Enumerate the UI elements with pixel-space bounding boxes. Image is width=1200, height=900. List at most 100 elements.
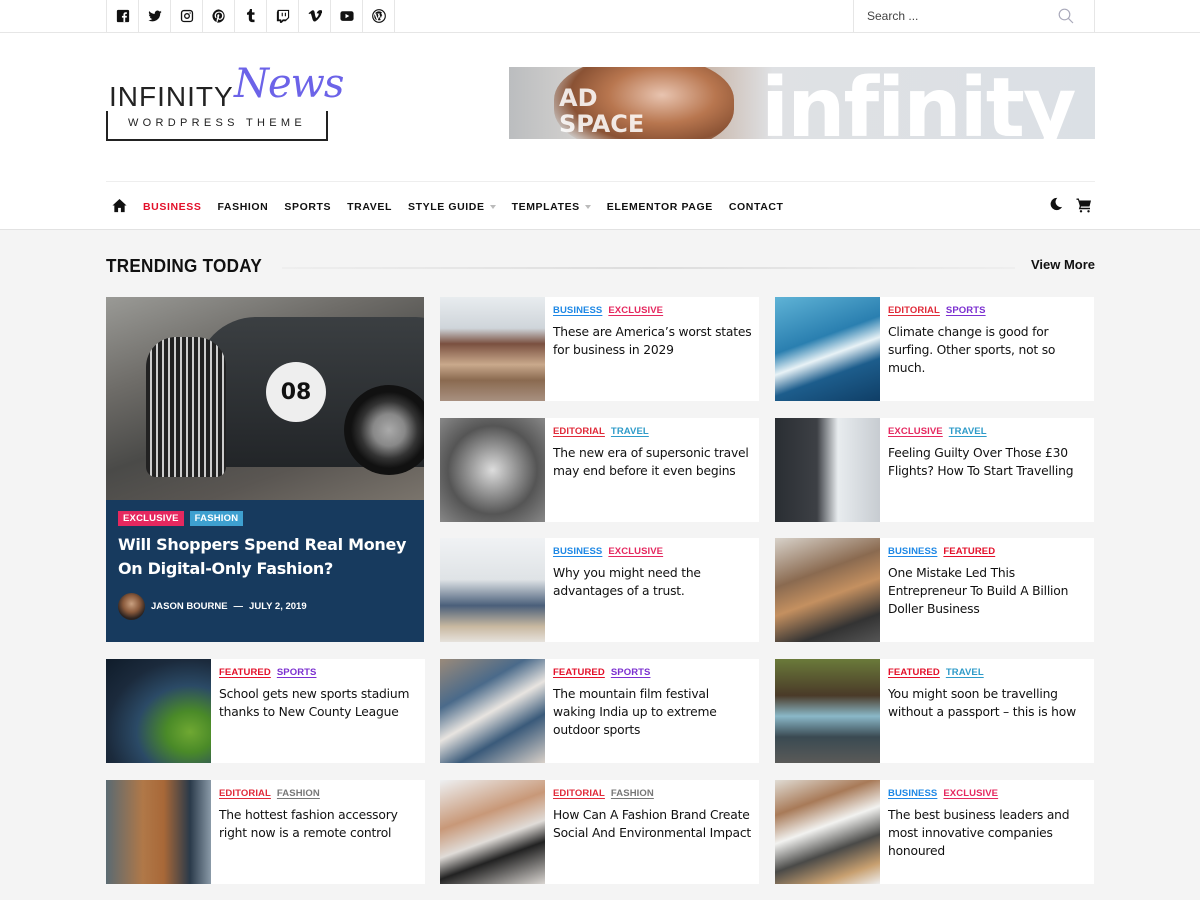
nav-item-style-guide[interactable]: STYLE GUIDE (408, 201, 496, 213)
article-card[interactable]: EDITORIAL TRAVEL The new era of supersonic… (440, 418, 759, 522)
category-link[interactable]: SPORTS (946, 305, 986, 316)
nav-item-elementor-page[interactable]: ELEMENTOR PAGE (607, 201, 713, 213)
featured-article[interactable]: 08 EXCLUSIVE FASHION Will Shoppers Spend … (106, 297, 424, 642)
category-link[interactable]: FEATURED (553, 667, 605, 678)
article-card[interactable]: EDITORIAL SPORTS Climate change is good fo… (775, 297, 1094, 401)
category-link[interactable]: BUSINESS (553, 546, 602, 557)
category-badge[interactable]: FASHION (189, 511, 244, 526)
category-link[interactable]: FEATURED (219, 667, 271, 678)
nav-item-contact[interactable]: CONTACT (729, 201, 784, 213)
dark-mode-icon[interactable] (1049, 197, 1063, 211)
youtube-link[interactable] (331, 0, 363, 32)
article-card[interactable]: BUSINESS EXCLUSIVE Why you might need the … (440, 538, 759, 642)
article-title[interactable]: How Can A Fashion Brand Create Social An… (553, 806, 753, 842)
article-title[interactable]: The hottest fashion accessory right now … (219, 806, 419, 842)
home-icon[interactable] (112, 198, 127, 213)
nav-item-fashion[interactable]: FASHION (217, 201, 268, 213)
category-link[interactable]: TRAVEL (611, 426, 649, 437)
category-link[interactable]: FEATURED (888, 667, 940, 678)
featured-title[interactable]: Will Shoppers Spend Real Money On Digita… (118, 533, 418, 581)
category-link[interactable]: FEATURED (943, 546, 995, 557)
article-title[interactable]: The mountain film festival waking India … (553, 685, 753, 739)
category-badge[interactable]: EXCLUSIVE (118, 511, 184, 526)
instagram-icon (180, 9, 193, 23)
article-thumbnail[interactable] (775, 297, 880, 401)
category-link[interactable]: EXCLUSIVE (608, 305, 663, 316)
article-card[interactable]: EDITORIAL FASHION How Can A Fashion Brand … (440, 780, 759, 884)
article-card[interactable]: EXCLUSIVE TRAVEL Feeling Guilty Over Those… (775, 418, 1094, 522)
nav-item-label: STYLE GUIDE (407, 201, 485, 213)
article-thumbnail[interactable] (106, 659, 211, 763)
article-card[interactable]: EDITORIAL FASHION The hottest fashion acce… (106, 780, 425, 884)
nav-item-templates[interactable]: TEMPLATES (512, 201, 591, 213)
category-link[interactable]: BUSINESS (888, 788, 937, 799)
category-link[interactable]: FASHION (611, 788, 654, 799)
wordpress-link[interactable] (363, 0, 395, 32)
article-title[interactable]: One Mistake Led This Entrepreneur To Bui… (888, 564, 1088, 618)
section-divider (282, 267, 1015, 269)
author-name[interactable]: JASON BOURNE (151, 601, 228, 612)
nav-item-business[interactable]: BUSINESS (143, 201, 201, 213)
category-link[interactable]: EDITORIAL (888, 305, 940, 316)
social-links (106, 0, 395, 32)
category-link[interactable]: BUSINESS (553, 305, 602, 316)
category-link[interactable]: EXCLUSIVE (943, 788, 998, 799)
nav-item-label: FASHION (217, 201, 269, 213)
article-thumbnail[interactable] (440, 297, 545, 401)
article-title[interactable]: You might soon be travelling without a p… (888, 685, 1088, 721)
article-title[interactable]: These are America’s worst states for bus… (553, 323, 753, 359)
article-title[interactable]: School gets new sports stadium thanks to… (219, 685, 419, 721)
article-thumbnail[interactable] (440, 418, 545, 522)
article-thumbnail[interactable] (440, 780, 545, 884)
category-link[interactable]: TRAVEL (946, 667, 984, 678)
article-categories: EXCLUSIVE TRAVEL (888, 426, 987, 437)
category-link[interactable]: TRAVEL (949, 426, 987, 437)
facebook-link[interactable] (107, 0, 139, 32)
article-thumbnail[interactable] (775, 418, 880, 522)
article-card[interactable]: BUSINESS FEATURED One Mistake Led This Ent… (775, 538, 1094, 642)
vimeo-link[interactable] (299, 0, 331, 32)
category-link[interactable]: EXCLUSIVE (608, 546, 663, 557)
category-link[interactable]: EDITORIAL (553, 426, 605, 437)
article-card[interactable]: FEATURED SPORTS The mountain film festival… (440, 659, 759, 763)
article-title[interactable]: Feeling Guilty Over Those £30 Flights? H… (888, 444, 1088, 480)
nav-item-travel[interactable]: TRAVEL (347, 201, 392, 213)
article-thumbnail[interactable] (775, 538, 880, 642)
twitter-icon (147, 10, 162, 22)
article-title[interactable]: The best business leaders and most innov… (888, 806, 1088, 860)
search-input[interactable] (854, 9, 1054, 23)
category-link[interactable]: EDITORIAL (553, 788, 605, 799)
article-title[interactable]: The new era of supersonic travel may end… (553, 444, 753, 480)
article-thumbnail[interactable] (775, 780, 880, 884)
cart-icon[interactable] (1076, 197, 1092, 213)
article-title[interactable]: Why you might need the advantages of a t… (553, 564, 753, 600)
article-thumbnail[interactable] (440, 659, 545, 763)
twitter-link[interactable] (139, 0, 171, 32)
featured-image-number: 08 (266, 362, 326, 422)
category-link[interactable]: BUSINESS (888, 546, 937, 557)
pinterest-link[interactable] (203, 0, 235, 32)
category-link[interactable]: EXCLUSIVE (888, 426, 943, 437)
nav-item-label: ELEMENTOR PAGE (606, 201, 713, 213)
twitch-link[interactable] (267, 0, 299, 32)
article-thumbnail[interactable] (440, 538, 545, 642)
article-card[interactable]: FEATURED TRAVEL You might soon be travelli… (775, 659, 1094, 763)
category-link[interactable]: SPORTS (611, 667, 651, 678)
article-card[interactable]: BUSINESS EXCLUSIVE These are America’s wor… (440, 297, 759, 401)
view-more-link[interactable]: View More (1031, 257, 1095, 272)
category-link[interactable]: SPORTS (277, 667, 317, 678)
site-logo[interactable]: INFINITY News WORDPRESS THEME (106, 61, 344, 145)
nav-item-sports[interactable]: SPORTS (284, 201, 331, 213)
article-categories: BUSINESS FEATURED (888, 546, 995, 557)
article-card[interactable]: BUSINESS EXCLUSIVE The best business leade… (775, 780, 1094, 884)
article-title[interactable]: Climate change is good for surfing. Othe… (888, 323, 1088, 377)
category-link[interactable]: FASHION (277, 788, 320, 799)
instagram-link[interactable] (171, 0, 203, 32)
search-icon[interactable] (1058, 8, 1074, 24)
category-link[interactable]: EDITORIAL (219, 788, 271, 799)
article-card[interactable]: FEATURED SPORTS School gets new sports sta… (106, 659, 425, 763)
article-thumbnail[interactable] (106, 780, 211, 884)
article-thumbnail[interactable] (775, 659, 880, 763)
tumblr-link[interactable] (235, 0, 267, 32)
ad-banner[interactable]: AD SPACE infinity (509, 67, 1095, 139)
